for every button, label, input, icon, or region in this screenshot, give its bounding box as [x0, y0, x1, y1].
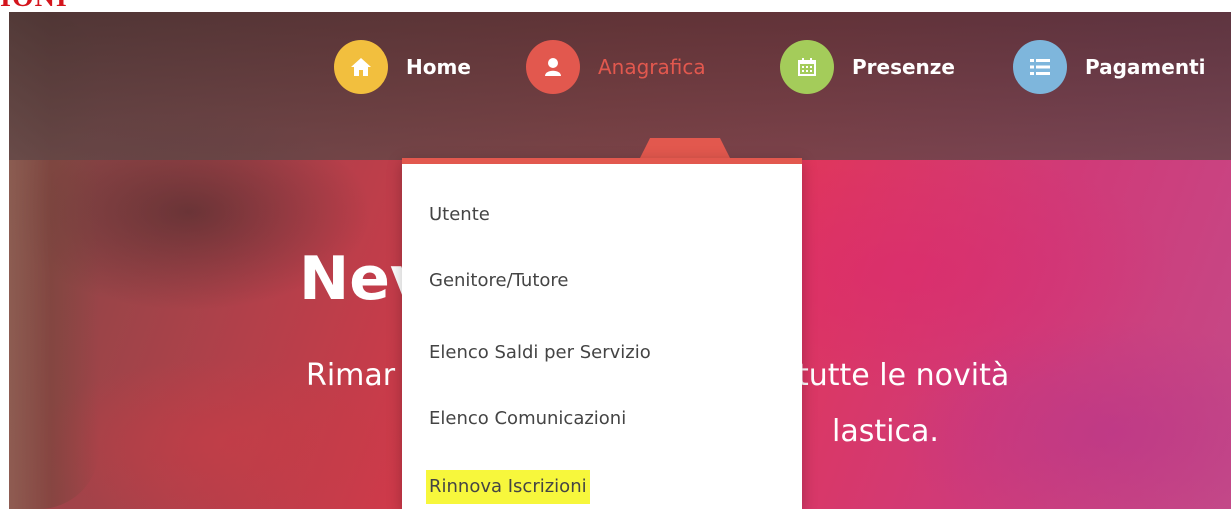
- menu-item-utente[interactable]: Utente: [426, 198, 493, 232]
- nav-item-pagamenti[interactable]: Pagamenti: [1013, 40, 1206, 94]
- user-icon: [526, 40, 580, 94]
- hero-subtitle-right: tutte le novità: [797, 358, 1010, 393]
- list-icon: [1013, 40, 1067, 94]
- home-icon: [334, 40, 388, 94]
- nav-item-presenze[interactable]: Presenze: [780, 40, 955, 94]
- nav-label-pagamenti: Pagamenti: [1085, 55, 1206, 79]
- calendar-icon: [780, 40, 834, 94]
- anagrafica-dropdown-menu: Utente Genitore/Tutore Elenco Saldi per …: [402, 158, 802, 509]
- menu-item-elenco-comunicazioni[interactable]: Elenco Comunicazioni: [426, 402, 629, 436]
- active-nav-indicator: [639, 138, 731, 160]
- nav-item-anagrafica[interactable]: Anagrafica: [526, 40, 706, 94]
- nav-label-home: Home: [406, 55, 471, 79]
- nav-item-home[interactable]: Home: [334, 40, 471, 94]
- nav-label-anagrafica: Anagrafica: [598, 55, 706, 79]
- nav-label-presenze: Presenze: [852, 55, 955, 79]
- menu-item-elenco-saldi[interactable]: Elenco Saldi per Servizio: [426, 336, 654, 370]
- top-navbar: Home Anagrafica Presenze Pagamenti: [9, 12, 1231, 160]
- menu-item-rinnova-iscrizioni[interactable]: Rinnova Iscrizioni: [426, 470, 590, 504]
- menu-item-genitore-tutore[interactable]: Genitore/Tutore: [426, 264, 571, 298]
- hero-subtitle-left: Rimar: [306, 358, 396, 393]
- corner-text-fragment: IONI: [0, 0, 68, 12]
- hero-subtitle-line2: lastica.: [832, 414, 939, 449]
